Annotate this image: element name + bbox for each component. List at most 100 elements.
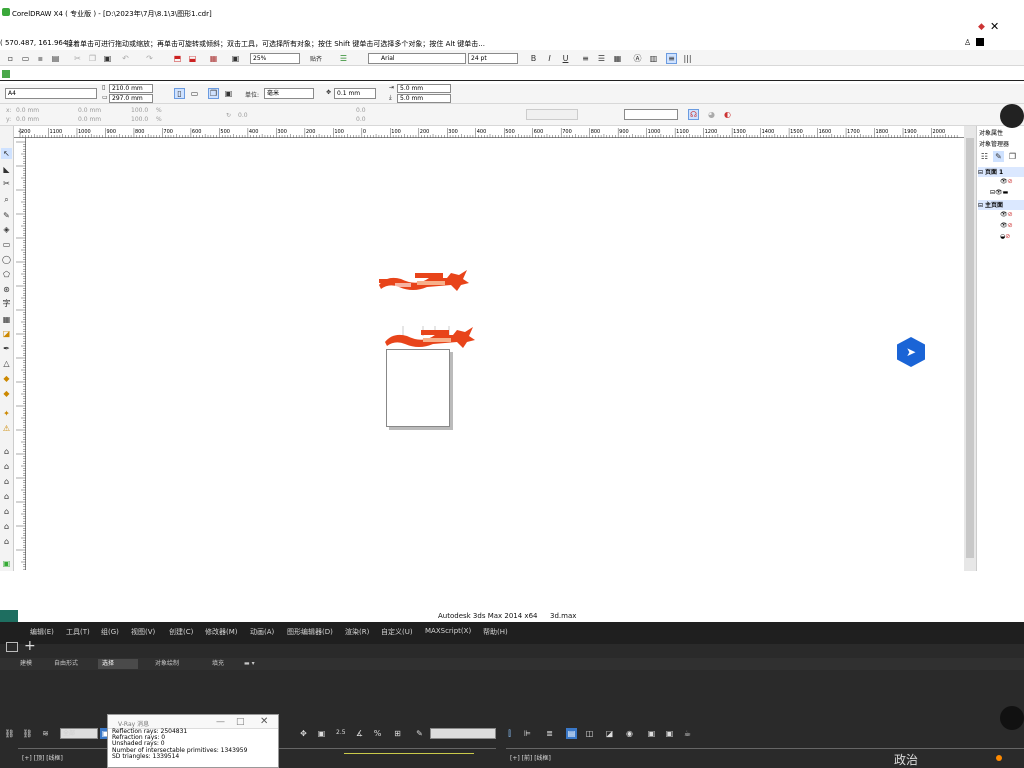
artwork-banner-top[interactable]: [377, 269, 472, 299]
percent-snap-icon[interactable]: %: [372, 728, 383, 739]
edit-text-icon[interactable]: ▥: [648, 53, 659, 64]
spinner-snap-icon[interactable]: ⊞: [392, 728, 403, 739]
vertical-text-icon[interactable]: |||: [682, 53, 693, 64]
copy-icon[interactable]: ❐: [87, 53, 98, 64]
tab-populate[interactable]: 填充: [208, 659, 228, 669]
font-size-select[interactable]: 24 pt: [468, 53, 518, 64]
save-icon[interactable]: ▪: [35, 53, 46, 64]
import-icon[interactable]: ⬒: [172, 53, 183, 64]
edit-named-sets-icon[interactable]: ✎: [414, 728, 425, 739]
ellipse-tool-icon[interactable]: ◯: [1, 254, 12, 265]
layer-row-2[interactable]: ⊟👁▬: [978, 189, 1024, 199]
mirror-icon[interactable]: ⫿: [504, 728, 515, 739]
eye-icon[interactable]: 👁: [1000, 211, 1008, 218]
tab-freeform[interactable]: 自由形式: [50, 659, 82, 669]
dimension-tool-icon[interactable]: ◪: [1, 328, 12, 339]
expand-icon[interactable]: ⊟: [978, 169, 983, 176]
edit-across-layers-icon[interactable]: ✎: [993, 151, 1004, 162]
layer-view-icon[interactable]: ❐: [1007, 151, 1018, 162]
print-toggle-icon[interactable]: ⊘: [1005, 233, 1010, 240]
portrait-icon[interactable]: ▯: [174, 88, 185, 99]
outline-style-select[interactable]: [624, 109, 678, 120]
bind-spacewarp-icon[interactable]: ≋: [40, 728, 51, 739]
outline-tool-icon[interactable]: △: [1, 358, 12, 369]
move-icon[interactable]: ✥: [298, 728, 309, 739]
curve-editor-icon[interactable]: ◫: [584, 728, 595, 739]
selection-filter-select[interactable]: 全部: [60, 728, 98, 739]
tab-object-paint[interactable]: 对象绘制: [151, 659, 183, 669]
zoom-tool-icon[interactable]: ⌕: [1, 194, 12, 205]
print-toggle-icon[interactable]: ⊘: [1008, 222, 1013, 229]
menu-modifiers[interactable]: 修改器(M): [205, 627, 238, 637]
scene-explorer-icon[interactable]: ▤: [566, 728, 577, 739]
paste-icon[interactable]: ▣: [102, 53, 113, 64]
y-value[interactable]: 0.0 mm: [16, 116, 39, 123]
drawing-canvas[interactable]: ➤: [27, 139, 964, 571]
shape-tool-icon[interactable]: ◣: [1, 164, 12, 175]
viewport-top-label[interactable]: [+] [顶] [线框]: [22, 753, 63, 762]
undo-icon[interactable]: ↶: [120, 53, 131, 64]
add-icon[interactable]: +: [24, 638, 36, 654]
rendered-frame-icon[interactable]: ▣: [664, 728, 675, 739]
render-teapot-icon[interactable]: ☕: [682, 728, 693, 739]
nudge-field[interactable]: 0.1 mm: [334, 88, 376, 99]
outline-icon[interactable]: ♙: [964, 38, 971, 47]
menu-customize[interactable]: 自定义(U): [381, 627, 413, 637]
vray-messages-dialog[interactable]: V-Ray 消息 — □ ✕ Reflection rays: 2504831 …: [107, 714, 279, 768]
named-selection-select[interactable]: [430, 728, 496, 739]
landscape-icon[interactable]: ▭: [189, 88, 200, 99]
polygon-tool-icon[interactable]: ⬠: [1, 269, 12, 280]
outline-width-select[interactable]: [526, 109, 578, 120]
menu-animation[interactable]: 动画(A): [250, 627, 274, 637]
tab-options-icon[interactable]: ▬ ▾: [240, 659, 259, 669]
eyedropper-icon[interactable]: ✒: [1, 343, 12, 354]
minimize-icon[interactable]: —: [216, 717, 225, 727]
envelope-icon[interactable]: ⌂: [1, 506, 12, 517]
ruler-corner-icon[interactable]: ⊹: [18, 128, 23, 135]
menu-maxscript[interactable]: MAXScript(X): [425, 627, 471, 635]
menu-rendering[interactable]: 渲染(R): [345, 627, 369, 637]
navcube-icon[interactable]: [1000, 706, 1024, 730]
page-width-field[interactable]: 210.0 mm: [109, 84, 153, 93]
scale-icon[interactable]: ▣: [316, 728, 327, 739]
floating-bird-badge[interactable]: ➤: [897, 337, 925, 367]
eye-icon[interactable]: 👁: [1000, 178, 1008, 185]
docker-tab-manager[interactable]: 对象管理器: [979, 139, 1009, 148]
text-format-icon[interactable]: Ⓐ: [632, 53, 643, 64]
new-icon[interactable]: ▫: [5, 53, 16, 64]
to-curve-icon[interactable]: ◕: [706, 109, 717, 120]
scrollbar-thumb[interactable]: [966, 138, 974, 558]
interactive-fill-icon[interactable]: ◆: [1, 388, 12, 399]
page-height-field[interactable]: 297.0 mm: [109, 94, 153, 103]
zoom-select[interactable]: 25%: [250, 53, 300, 64]
freehand-tool-icon[interactable]: ✎: [1, 210, 12, 221]
ribbon-toggle-icon[interactable]: [6, 642, 18, 652]
menu-edit[interactable]: 编辑(E): [30, 627, 54, 637]
italic-icon[interactable]: I: [544, 53, 555, 64]
skew-x-value[interactable]: 0.0: [356, 107, 366, 114]
menu-group[interactable]: 组(G): [101, 627, 119, 637]
print-toggle-icon[interactable]: ⊘: [1008, 178, 1013, 185]
eye-icon[interactable]: 👁: [995, 189, 1003, 196]
dropcap-icon[interactable]: ▦: [612, 53, 623, 64]
tab-modeling[interactable]: 建模: [16, 659, 36, 669]
skew-y-value[interactable]: 0.0: [356, 116, 366, 123]
page-border[interactable]: [386, 349, 450, 427]
crop-tool-icon[interactable]: ✂: [1, 178, 12, 189]
green-swatch-icon[interactable]: ▣: [1, 558, 12, 569]
scale-x-value[interactable]: 100.0: [131, 107, 148, 114]
close-icon[interactable]: ✕: [260, 716, 268, 727]
export-icon[interactable]: ⬓: [187, 53, 198, 64]
eye-icon[interactable]: 👁: [1000, 222, 1008, 229]
extrude-icon[interactable]: ⌂: [1, 521, 12, 532]
tree-master-page[interactable]: ⊟ 主页面: [978, 200, 1024, 210]
viewport-front-label[interactable]: [+] [前] [线框]: [510, 753, 551, 762]
vertical-scrollbar[interactable]: [964, 126, 976, 571]
layer-manager-icon[interactable]: ≣: [544, 728, 555, 739]
material-editor-icon[interactable]: ◉: [624, 728, 635, 739]
close-icon[interactable]: ✕: [990, 20, 999, 33]
layer-row-1[interactable]: 👁⊘: [978, 178, 1024, 188]
expand-icon[interactable]: ⊟: [978, 202, 983, 209]
cut-icon[interactable]: ✂: [72, 53, 83, 64]
maximize-icon[interactable]: □: [236, 717, 245, 727]
